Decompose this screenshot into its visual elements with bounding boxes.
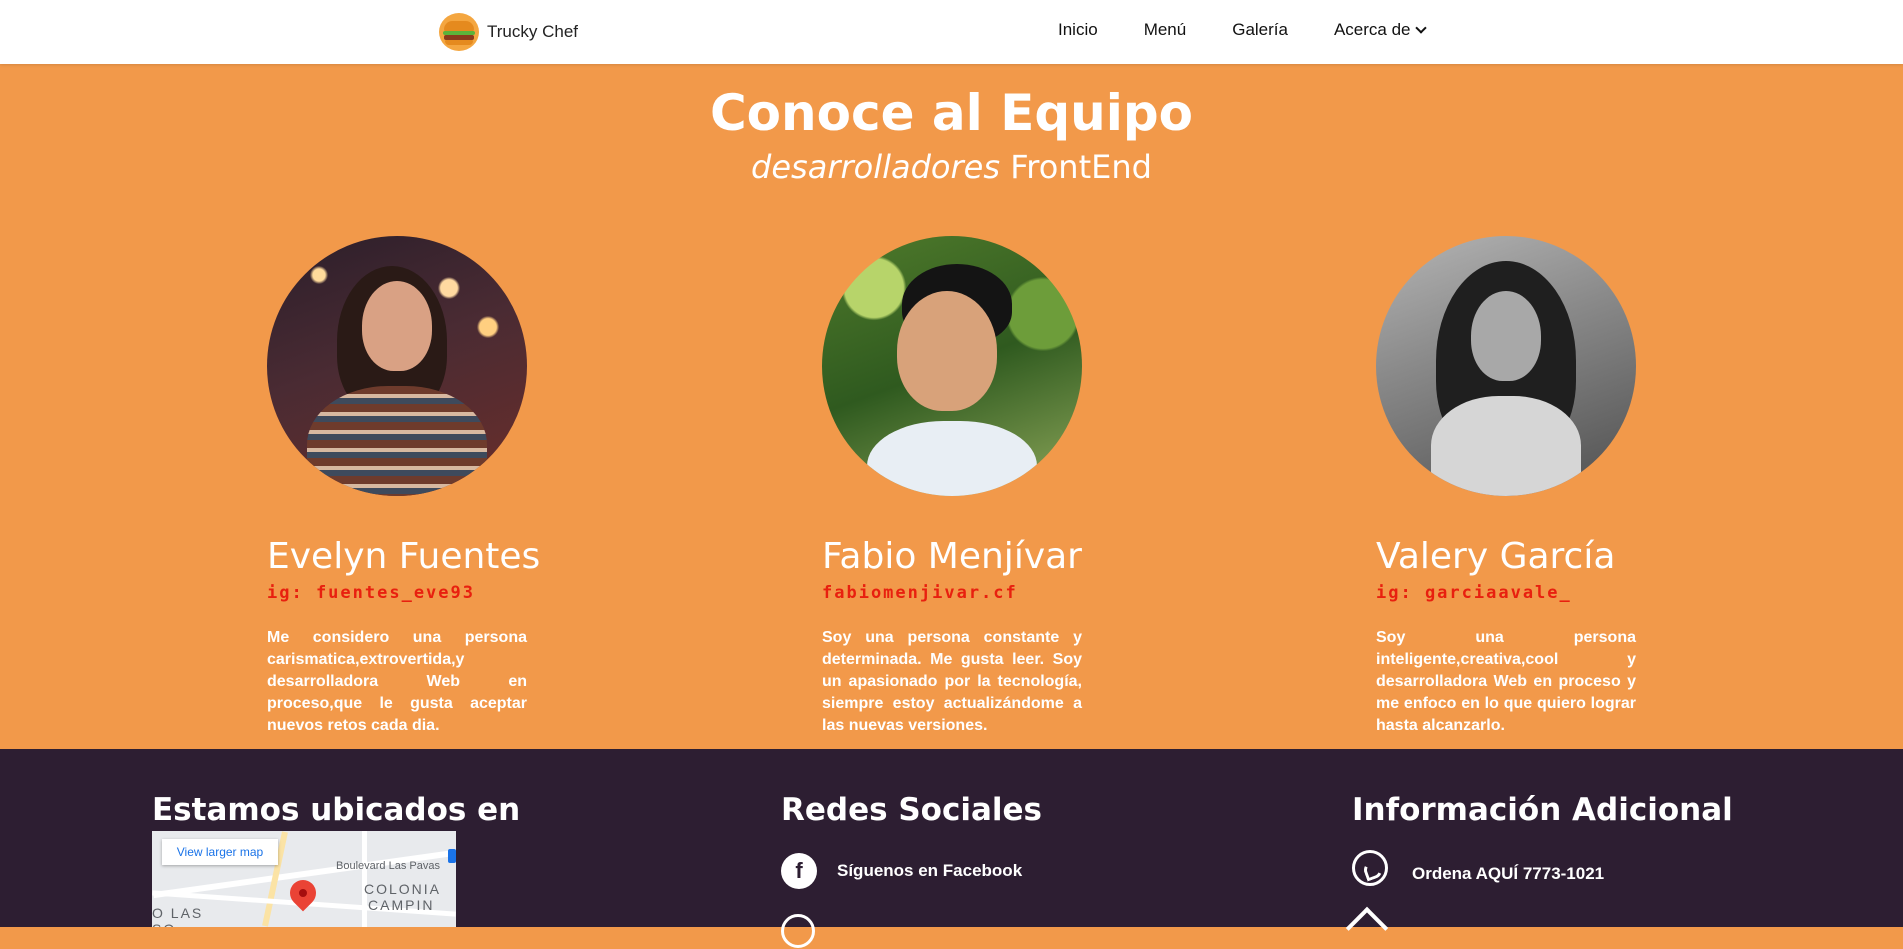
map-area-label: SO: [152, 921, 176, 927]
nav-link-acerca-label: Acerca de: [1333, 20, 1411, 39]
location-heading: Estamos ubicados en: [152, 792, 521, 828]
map-control-icon: [448, 849, 456, 863]
subtitle-rest: FrontEnd: [1000, 148, 1152, 186]
map-area-label: COLONIA: [364, 881, 442, 897]
nav-link-inicio[interactable]: Inicio: [1058, 20, 1098, 40]
facebook-link[interactable]: f Síguenos en Facebook: [781, 853, 1022, 889]
nav-link-galeria[interactable]: Galería: [1232, 20, 1288, 40]
social-heading: Redes Sociales: [781, 792, 1043, 828]
member-instagram-link[interactable]: ig: fuentes_eve93: [267, 583, 527, 603]
member-website-link[interactable]: fabiomenjivar.cf: [822, 583, 1082, 603]
brand-link[interactable]: Trucky Chef: [439, 13, 578, 51]
embedded-map[interactable]: View larger map Boulevard Las Pavas COLO…: [152, 831, 456, 927]
team-member-card: Evelyn Fuentes ig: fuentes_eve93 Me cons…: [267, 236, 541, 737]
member-description: Soy una persona constante y determinada.…: [822, 629, 1082, 734]
whatsapp-icon: [1352, 850, 1388, 886]
burger-logo-icon: [439, 13, 479, 51]
order-whatsapp-link[interactable]: Ordena AQUÍ 7773-1021: [1352, 850, 1604, 886]
member-name: Evelyn Fuentes: [267, 536, 541, 577]
member-photo: [1376, 236, 1636, 496]
whatsapp-social-icon[interactable]: [781, 914, 815, 948]
nav-link-menu[interactable]: Menú: [1144, 20, 1187, 40]
map-area-label: O LAS: [152, 905, 204, 921]
facebook-label: Síguenos en Facebook: [837, 861, 1023, 880]
subtitle-italic: desarrolladores: [751, 148, 1001, 186]
member-photo: [267, 236, 527, 496]
member-description: Me considero una persona carismatica,ext…: [267, 629, 527, 734]
member-name: Fabio Menjívar: [822, 536, 1082, 577]
map-area-label: CAMPIN: [368, 897, 435, 913]
member-photo: [822, 236, 1082, 496]
page-title: Conoce al Equipo: [709, 84, 1194, 142]
team-member-card: Valery García ig: garciaavale_ Soy una p…: [1376, 236, 1636, 737]
top-navbar: Trucky Chef Inicio Menú Galería Acerca d…: [0, 0, 1903, 64]
brand-name: Trucky Chef: [487, 22, 579, 41]
nav-dropdown-acerca[interactable]: Acerca de: [1333, 20, 1427, 40]
map-street-label: Boulevard Las Pavas: [336, 860, 440, 872]
member-name: Valery García: [1376, 536, 1616, 577]
page-subtitle: desarrolladores FrontEnd: [0, 148, 1903, 186]
chevron-down-icon: [1414, 22, 1427, 34]
team-member-card: Fabio Menjívar fabiomenjivar.cf Soy una …: [822, 236, 1082, 737]
info-heading: Información Adicional: [1352, 792, 1733, 828]
member-description: Soy una persona inteligente,creativa,coo…: [1376, 629, 1636, 734]
view-larger-map-button[interactable]: View larger map: [162, 839, 278, 865]
nav-links: Inicio Menú Galería Acerca de: [1058, 20, 1427, 40]
facebook-icon: f: [781, 853, 817, 889]
member-instagram-link[interactable]: ig: garciaavale_: [1376, 583, 1636, 603]
order-label: Ordena AQUÍ 7773-1021: [1412, 864, 1605, 883]
